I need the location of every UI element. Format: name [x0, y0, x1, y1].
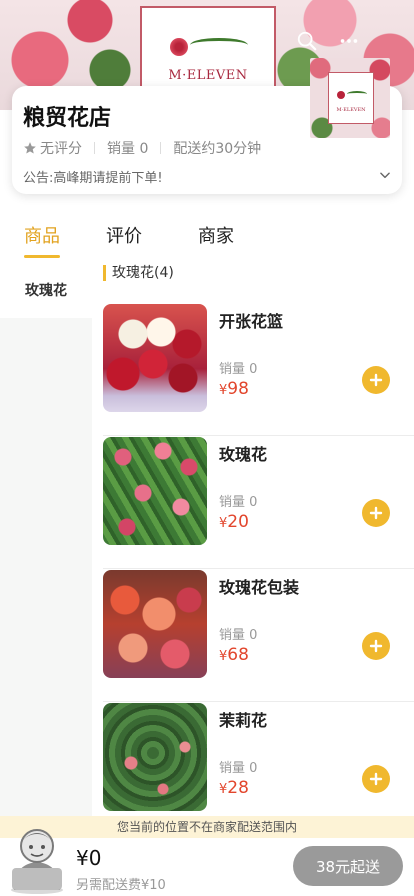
chevron-down-icon[interactable]	[378, 168, 392, 182]
cart-total: ¥0	[76, 846, 102, 870]
product-name: 玫瑰花包装	[219, 578, 300, 597]
tab-reviews[interactable]: 评价	[106, 222, 142, 248]
tab-merchant[interactable]: 商家	[198, 222, 234, 248]
product-sales: 销量 0	[219, 761, 258, 776]
product-item[interactable]: 玫瑰花包装 销量 0 ¥68	[103, 570, 414, 702]
logo-text: M·ELEVEN	[168, 68, 248, 83]
sidebar-item-roses[interactable]: 玫瑰花	[0, 262, 92, 318]
product-image[interactable]	[103, 703, 207, 811]
star-icon	[24, 142, 36, 154]
plus-icon	[369, 506, 383, 520]
product-name: 茉莉花	[219, 711, 268, 730]
add-to-cart-button[interactable]	[362, 765, 390, 793]
product-price: ¥28	[219, 778, 249, 798]
price-value: 98	[227, 379, 249, 399]
product-image[interactable]	[103, 570, 207, 678]
cart-mascot-icon[interactable]	[6, 820, 68, 894]
shop-notice[interactable]: 公告:高峰期请提前下单!	[23, 167, 163, 186]
shop-tabs: 商品 评价 商家	[0, 218, 414, 262]
product-sales: 销量 0	[219, 628, 258, 643]
product-sales: 销量 0	[219, 362, 258, 377]
shop-logo: M·ELEVEN	[140, 6, 276, 90]
shop-thumbnail[interactable]: M·ELEVEN	[310, 58, 390, 138]
leaf-logo-icon	[347, 91, 367, 97]
price-value: 20	[227, 512, 249, 532]
product-sales: 销量 0	[219, 495, 258, 510]
product-price: ¥98	[219, 379, 249, 399]
cart-bar: ¥0 另需配送费¥10 38元起送	[0, 829, 414, 896]
plus-icon	[369, 639, 383, 653]
shop-name: 粮贸花店	[23, 106, 112, 131]
checkout-button[interactable]: 38元起送	[293, 846, 403, 886]
price-value: 28	[227, 778, 249, 798]
shop-sales: 销量 0	[107, 141, 149, 157]
divider	[160, 142, 162, 154]
product-image[interactable]	[103, 304, 207, 412]
plus-icon	[369, 373, 383, 387]
rose-logo-icon	[337, 91, 345, 99]
product-price: ¥68	[219, 645, 249, 665]
delivery-time: 配送约30分钟	[173, 141, 262, 157]
product-item[interactable]: 开张花篮 销量 0 ¥98	[103, 304, 414, 436]
shop-thumbnail-logo: M·ELEVEN	[328, 72, 374, 124]
active-tab-indicator	[24, 255, 60, 258]
shop-meta: 无评分 销量 0 配送约30分钟	[23, 138, 261, 158]
product-price: ¥20	[219, 512, 249, 532]
divider	[94, 142, 95, 154]
product-image[interactable]	[103, 437, 207, 545]
category-sidebar: 玫瑰花	[0, 262, 92, 822]
more-icon[interactable]	[338, 30, 360, 52]
tab-products[interactable]: 商品	[24, 222, 60, 248]
add-to-cart-button[interactable]	[362, 632, 390, 660]
thumbnail-logo-text: M·ELEVEN	[336, 107, 366, 113]
product-item[interactable]: 玫瑰花 销量 0 ¥20	[103, 437, 414, 569]
rose-logo-icon	[170, 38, 188, 56]
shop-rating: 无评分	[40, 141, 82, 157]
add-to-cart-button[interactable]	[362, 366, 390, 394]
product-name: 玫瑰花	[219, 445, 268, 464]
search-icon[interactable]	[296, 30, 318, 52]
leaf-logo-icon	[190, 38, 248, 52]
delivery-fee: 另需配送费¥10	[76, 878, 166, 893]
plus-icon	[369, 772, 383, 786]
price-value: 68	[227, 645, 249, 665]
add-to-cart-button[interactable]	[362, 499, 390, 527]
product-name: 开张花篮	[219, 312, 284, 331]
category-title: 玫瑰花(4)	[103, 265, 174, 281]
